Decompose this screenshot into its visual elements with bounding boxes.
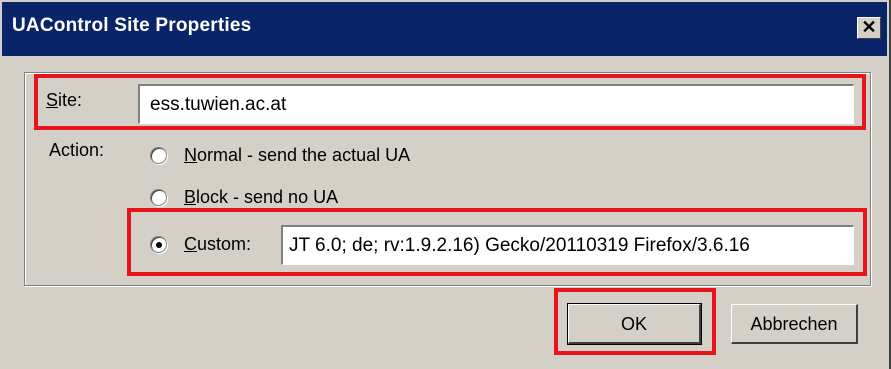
radio-block-circle[interactable] bbox=[150, 189, 167, 206]
custom-ua-input[interactable] bbox=[281, 225, 854, 265]
cancel-button[interactable]: Abbrechen bbox=[731, 304, 858, 344]
site-input[interactable] bbox=[138, 84, 854, 124]
ok-button[interactable]: OK bbox=[567, 303, 702, 345]
close-button[interactable]: ✕ bbox=[857, 17, 881, 39]
site-label: Site: bbox=[46, 90, 83, 110]
title-bar[interactable]: UAControl Site Properties ✕ bbox=[2, 2, 887, 56]
radio-normal-label: Normal - send the actual UA bbox=[184, 145, 411, 165]
radio-custom-label: Custom: bbox=[184, 234, 252, 254]
radio-normal[interactable]: Normal - send the actual UA bbox=[150, 145, 410, 166]
radio-custom[interactable]: Custom: bbox=[150, 234, 251, 255]
action-label: Action: bbox=[49, 140, 105, 160]
radio-normal-circle[interactable] bbox=[150, 147, 167, 164]
radio-custom-circle[interactable] bbox=[150, 236, 167, 253]
dialog-window: UAControl Site Properties ✕ Site: Action… bbox=[0, 0, 891, 369]
close-icon: ✕ bbox=[861, 17, 877, 37]
window-title: UAControl Site Properties bbox=[12, 15, 252, 36]
radio-block-label: Block - send no UA bbox=[184, 187, 339, 207]
radio-block[interactable]: Block - send no UA bbox=[150, 187, 338, 208]
